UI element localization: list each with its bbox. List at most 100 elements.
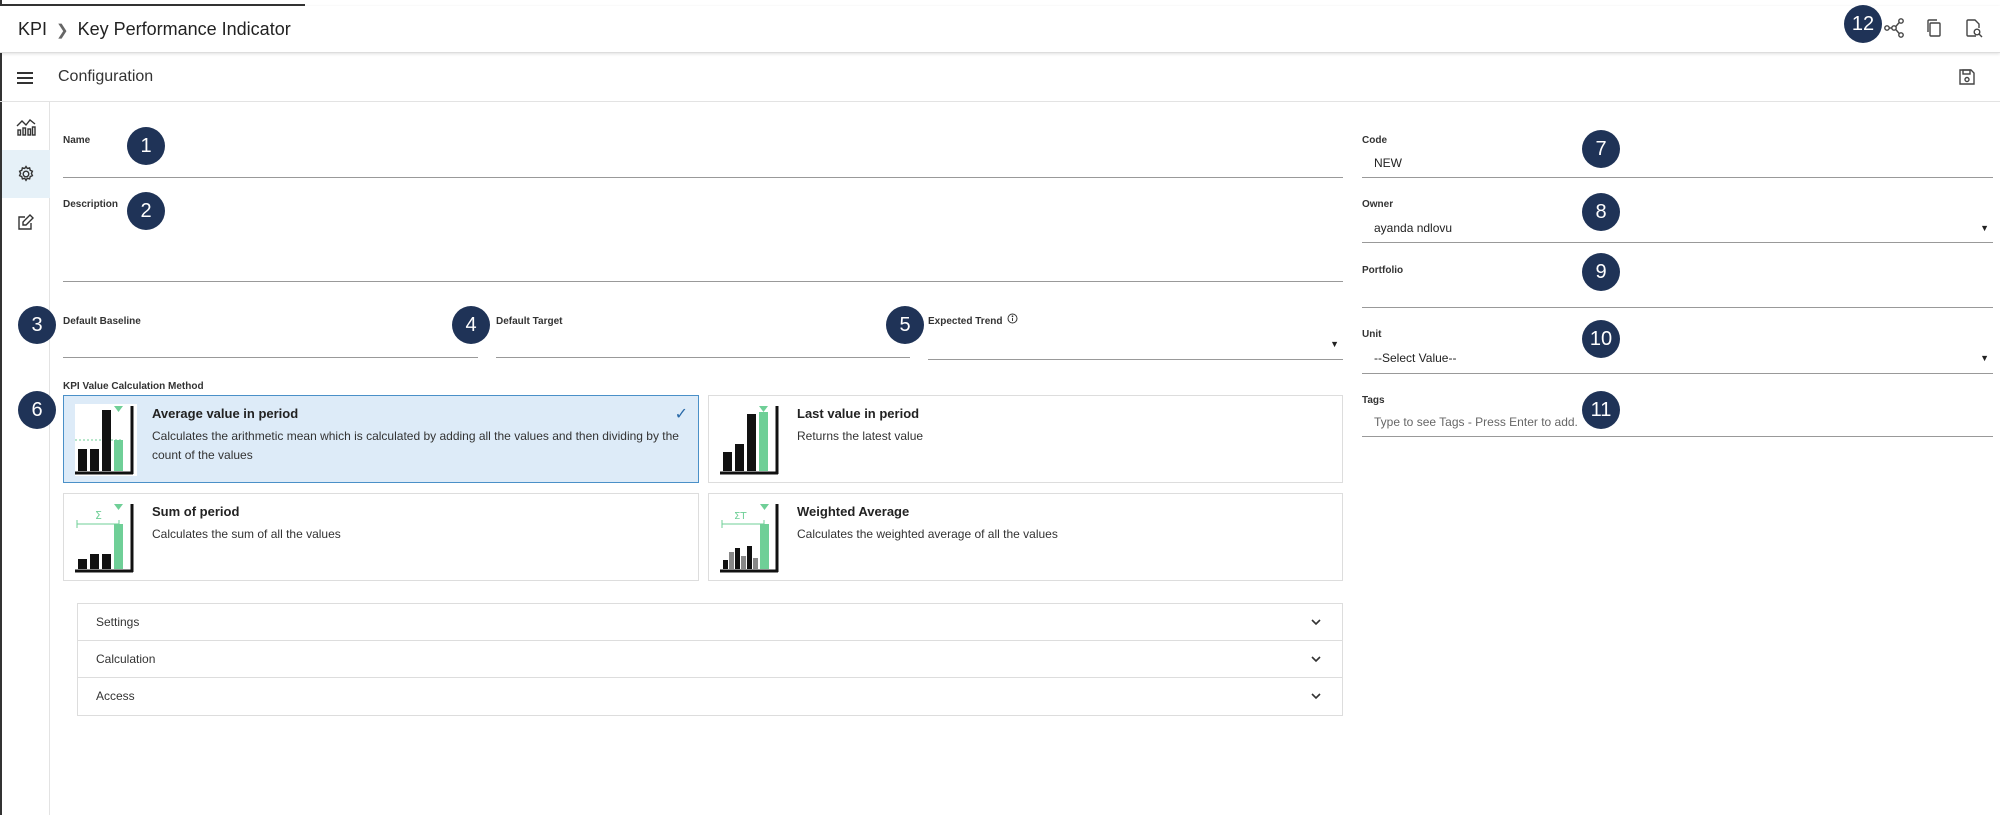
callout-badge: 11 bbox=[1582, 391, 1620, 429]
code-input[interactable]: NEW bbox=[1374, 156, 1402, 170]
breadcrumb: KPI ❯ Key Performance Indicator bbox=[18, 19, 291, 40]
header-actions bbox=[1882, 16, 1986, 40]
default-baseline-underline bbox=[63, 357, 478, 358]
average-chart-icon bbox=[75, 404, 137, 476]
tags-label: Tags bbox=[1362, 395, 1385, 406]
side-rail bbox=[2, 102, 50, 815]
accordion-settings-label: Settings bbox=[96, 615, 140, 629]
callout-badge: 3 bbox=[18, 306, 56, 344]
rail-item-edit[interactable] bbox=[2, 198, 50, 246]
page-toolbar: Configuration bbox=[0, 54, 2000, 102]
weighted-chart-icon: ΣT bbox=[720, 502, 782, 574]
portfolio-underline bbox=[1362, 307, 1993, 308]
save-icon[interactable] bbox=[1956, 66, 1978, 88]
app-header: KPI ❯ Key Performance Indicator bbox=[0, 6, 2000, 53]
callout-badge: 10 bbox=[1582, 320, 1620, 358]
default-target-field[interactable]: Default Target bbox=[496, 316, 910, 360]
network-icon[interactable] bbox=[1882, 16, 1906, 40]
description-field[interactable]: Description bbox=[63, 199, 1343, 283]
chevron-down-icon[interactable]: ▼ bbox=[1330, 339, 1339, 349]
search-document-icon[interactable] bbox=[1962, 16, 1986, 40]
callout-badge: 6 bbox=[18, 391, 56, 429]
copy-icon[interactable] bbox=[1922, 16, 1946, 40]
unit-underline bbox=[1362, 373, 1993, 374]
chart-icon bbox=[16, 119, 36, 136]
expected-trend-label: Expected Trend bbox=[928, 316, 1003, 327]
info-icon[interactable] bbox=[1007, 313, 1018, 324]
default-target-label: Default Target bbox=[496, 316, 563, 327]
unit-label: Unit bbox=[1362, 329, 1382, 340]
method-desc-last: Returns the latest value bbox=[797, 429, 924, 443]
method-card-last[interactable]: Last value in period Returns the latest … bbox=[708, 395, 1343, 483]
portfolio-label: Portfolio bbox=[1362, 265, 1404, 276]
page-title: Configuration bbox=[58, 68, 154, 85]
method-desc-average: Calculates the arithmetic mean which is … bbox=[152, 429, 679, 462]
tags-field[interactable]: Tags Type to see Tags - Press Enter to a… bbox=[1362, 395, 1993, 439]
breadcrumb-current: Key Performance Indicator bbox=[77, 19, 291, 39]
unit-select[interactable]: --Select Value-- bbox=[1374, 351, 1456, 365]
accordion-access-label: Access bbox=[96, 689, 135, 703]
chevron-down-icon bbox=[1311, 693, 1321, 700]
callout-badge: 4 bbox=[452, 306, 490, 344]
method-title-average: Average value in period bbox=[152, 406, 299, 421]
accordion-access[interactable]: Access bbox=[78, 678, 1342, 715]
settings-accordion: Settings Calculation Access bbox=[77, 603, 1343, 716]
default-baseline-label: Default Baseline bbox=[63, 316, 141, 327]
sum-symbol: Σ bbox=[95, 509, 102, 522]
chevron-down-icon[interactable]: ▼ bbox=[1980, 223, 1989, 233]
owner-field[interactable]: Owner ayanda ndlovu ▼ bbox=[1362, 199, 1993, 244]
callout-badge: 7 bbox=[1582, 130, 1620, 168]
callout-badge: 12 bbox=[1844, 5, 1882, 43]
method-card-sum[interactable]: Σ Sum of period Calculates the sum of al… bbox=[63, 493, 699, 581]
rail-item-configuration[interactable] bbox=[2, 150, 50, 198]
method-card-average[interactable]: Average value in period Calculates the a… bbox=[63, 395, 699, 483]
owner-select[interactable]: ayanda ndlovu bbox=[1374, 221, 1452, 235]
method-desc-weighted: Calculates the weighted average of all t… bbox=[797, 527, 1058, 541]
sum-chart-icon: Σ bbox=[75, 502, 137, 574]
accordion-calculation-label: Calculation bbox=[96, 652, 156, 666]
method-title-weighted: Weighted Average bbox=[797, 504, 910, 519]
chevron-down-icon[interactable]: ▼ bbox=[1980, 353, 1989, 363]
callout-badge: 9 bbox=[1582, 253, 1620, 291]
method-card-weighted[interactable]: ΣT Weighted Average Calculates the weigh… bbox=[708, 493, 1343, 581]
expected-trend-field[interactable]: Expected Trend ▼ bbox=[928, 312, 1343, 360]
tags-input[interactable]: Type to see Tags - Press Enter to add. bbox=[1374, 415, 1578, 429]
default-target-underline bbox=[496, 357, 910, 358]
code-underline bbox=[1362, 177, 1993, 178]
code-field[interactable]: Code NEW bbox=[1362, 135, 1993, 179]
menu-icon[interactable] bbox=[14, 68, 36, 88]
portfolio-field[interactable]: Portfolio bbox=[1362, 265, 1993, 309]
callout-badge: 2 bbox=[127, 192, 165, 230]
tags-underline bbox=[1362, 436, 1993, 437]
name-label: Name bbox=[63, 135, 91, 146]
owner-underline bbox=[1362, 242, 1993, 243]
default-baseline-field[interactable]: Default Baseline bbox=[63, 316, 478, 360]
method-title-last: Last value in period bbox=[797, 406, 920, 421]
gear-icon bbox=[18, 165, 34, 182]
check-icon: ✓ bbox=[674, 406, 688, 423]
owner-label: Owner bbox=[1362, 199, 1394, 210]
accordion-settings[interactable]: Settings bbox=[78, 604, 1342, 641]
calc-method-label: KPI Value Calculation Method bbox=[63, 381, 204, 392]
breadcrumb-separator-icon: ❯ bbox=[56, 21, 69, 39]
last-value-chart-icon bbox=[720, 404, 782, 476]
breadcrumb-root[interactable]: KPI bbox=[18, 19, 47, 40]
weighted-symbol: ΣT bbox=[734, 511, 747, 522]
rail-item-chart[interactable] bbox=[2, 102, 50, 150]
name-field[interactable]: Name bbox=[63, 135, 1343, 179]
callout-badge: 8 bbox=[1582, 193, 1620, 231]
accordion-calculation[interactable]: Calculation bbox=[78, 641, 1342, 678]
edit-icon bbox=[18, 214, 34, 230]
unit-field[interactable]: Unit --Select Value-- ▼ bbox=[1362, 329, 1993, 375]
callout-badge: 5 bbox=[886, 306, 924, 344]
expected-trend-underline bbox=[928, 359, 1343, 360]
description-underline bbox=[63, 281, 1343, 282]
code-label: Code bbox=[1362, 135, 1387, 146]
calc-method-label-wrap: KPI Value Calculation Method bbox=[63, 381, 204, 392]
chevron-down-icon bbox=[1311, 656, 1321, 663]
callout-badge: 1 bbox=[127, 127, 165, 165]
description-label: Description bbox=[63, 199, 119, 210]
name-underline bbox=[63, 177, 1343, 178]
method-title-sum: Sum of period bbox=[152, 504, 240, 519]
chevron-down-icon bbox=[1311, 619, 1321, 626]
